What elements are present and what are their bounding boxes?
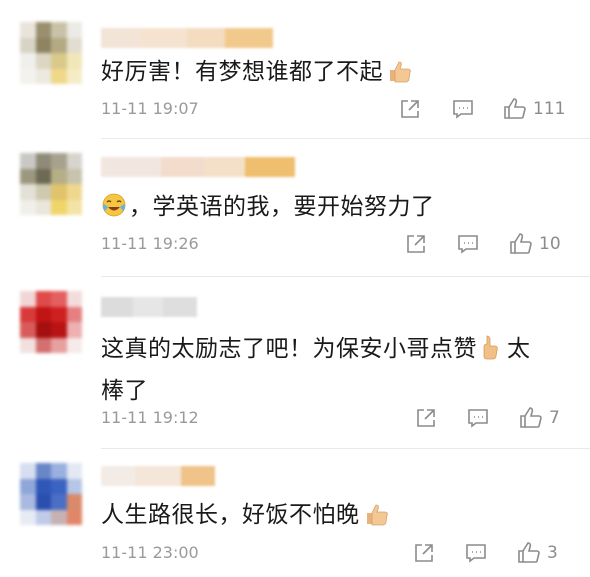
comment-button[interactable] — [457, 232, 479, 256]
thumb-up-icon — [510, 233, 532, 254]
avatar[interactable] — [20, 463, 82, 525]
divider — [101, 276, 590, 277]
avatar[interactable] — [20, 291, 82, 353]
thumbs-up-emoji-icon — [387, 57, 413, 95]
like-button[interactable]: 3 — [517, 541, 558, 565]
comment-meta: 11-11 23:00 3 — [101, 541, 571, 565]
comment-meta: 11-11 19:26 10 — [101, 232, 571, 256]
comment-text-body: ，学英语的我，要开始努力了 — [129, 194, 435, 220]
username[interactable] — [101, 28, 273, 48]
comment-text-body: 好厉害！有梦想谁都了不起 — [101, 59, 383, 85]
thumb-up-icon — [520, 407, 542, 428]
comment-icon — [468, 409, 488, 428]
share-button[interactable] — [405, 232, 427, 256]
comment-button[interactable] — [465, 541, 487, 565]
divider — [101, 138, 590, 139]
thumbs-up-emoji-icon — [364, 500, 390, 538]
share-icon — [407, 235, 425, 253]
username[interactable] — [101, 157, 295, 177]
comment-button[interactable] — [467, 406, 489, 430]
share-icon — [401, 100, 419, 118]
comment-text: 这真的太励志了吧！为保安小哥点赞 太 棒了 — [101, 330, 561, 410]
share-button[interactable] — [413, 541, 435, 565]
comment-icon — [453, 100, 473, 119]
divider — [101, 448, 590, 449]
crying-laughing-emoji-icon — [101, 192, 127, 230]
comment-time: 11-11 19:12 — [101, 408, 199, 427]
like-button[interactable]: 10 — [509, 232, 561, 256]
thumb-up-icon — [518, 542, 540, 563]
share-icon — [415, 544, 433, 562]
avatar[interactable] — [20, 153, 82, 215]
comment-text-line: 棒了 — [101, 378, 148, 404]
comment-button[interactable] — [452, 97, 474, 121]
comment-meta: 11-11 19:07 111 — [101, 97, 571, 121]
like-count: 7 — [549, 408, 560, 428]
comment-time: 11-11 19:26 — [101, 234, 199, 253]
username[interactable] — [101, 297, 197, 317]
comment-time: 11-11 23:00 — [101, 543, 199, 562]
comment-text-tail: 太 — [507, 336, 531, 362]
share-icon — [417, 409, 435, 427]
comment-icon — [458, 235, 478, 254]
share-button[interactable] — [415, 406, 437, 430]
avatar[interactable] — [20, 22, 82, 84]
share-button[interactable] — [399, 97, 421, 121]
comment-meta: 11-11 19:12 7 — [101, 406, 571, 430]
comment-time: 11-11 19:07 — [101, 99, 199, 118]
comment-text: 人生路很长，好饭不怕晚 — [101, 496, 561, 538]
thumbs-up-emoji-icon — [481, 334, 501, 372]
comment-text: ，学英语的我，要开始努力了 — [101, 188, 561, 230]
like-button[interactable]: 7 — [519, 406, 560, 430]
like-count: 111 — [533, 99, 566, 119]
like-button[interactable]: 111 — [503, 97, 565, 121]
comment-icon — [466, 544, 486, 563]
comment-text-body: 人生路很长，好饭不怕晚 — [101, 502, 360, 528]
like-count: 10 — [539, 234, 561, 254]
comment-text-line: 这真的太励志了吧！为保安小哥点赞 太 — [101, 330, 561, 372]
username[interactable] — [101, 466, 215, 486]
comment-text: 好厉害！有梦想谁都了不起 — [101, 53, 561, 95]
like-count: 3 — [547, 543, 558, 563]
comment-text-body: 这真的太励志了吧！为保安小哥点赞 — [101, 336, 477, 362]
thumb-up-icon — [504, 98, 526, 119]
